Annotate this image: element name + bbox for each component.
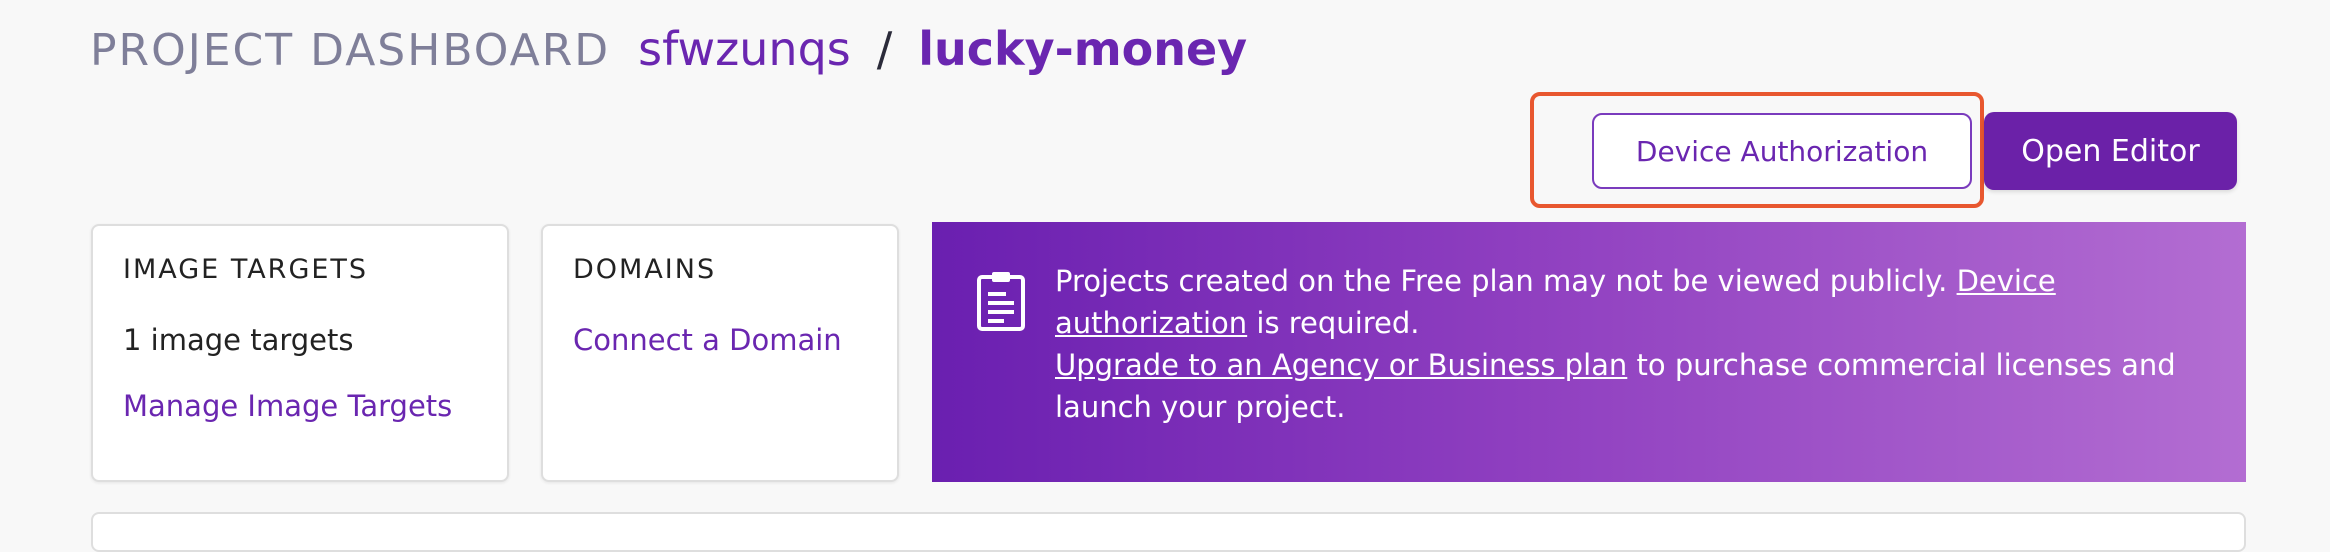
image-targets-card: IMAGE TARGETS 1 image targets Manage Ima… <box>91 224 509 482</box>
device-authorization-button[interactable]: Device Authorization <box>1592 113 1972 189</box>
domains-card: DOMAINS Connect a Domain <box>541 224 899 482</box>
image-targets-count: 1 image targets <box>123 323 354 357</box>
content-panel <box>91 512 2246 552</box>
open-editor-button[interactable]: Open Editor <box>1984 112 2237 190</box>
account-link[interactable]: sfwzunqs <box>638 22 851 76</box>
page-header: PROJECT DASHBOARD sfwzunqs / lucky-money <box>90 22 1247 76</box>
document-icon <box>977 272 1025 331</box>
free-plan-banner: Projects created on the Free plan may no… <box>932 222 2246 482</box>
banner-text-1: Projects created on the Free plan may no… <box>1055 264 1957 298</box>
dashboard-label: PROJECT DASHBOARD <box>90 25 611 76</box>
upgrade-plan-link[interactable]: Upgrade to an Agency or Business plan <box>1055 348 1627 382</box>
project-name[interactable]: lucky-money <box>918 22 1247 76</box>
manage-image-targets-link[interactable]: Manage Image Targets <box>123 389 477 423</box>
breadcrumb-separator: / <box>876 22 893 76</box>
connect-domain-link[interactable]: Connect a Domain <box>573 323 867 357</box>
image-targets-title: IMAGE TARGETS <box>123 254 369 285</box>
domains-title: DOMAINS <box>573 254 717 285</box>
banner-text-2: is required. <box>1247 306 1420 340</box>
banner-message: Projects created on the Free plan may no… <box>1055 260 2206 428</box>
